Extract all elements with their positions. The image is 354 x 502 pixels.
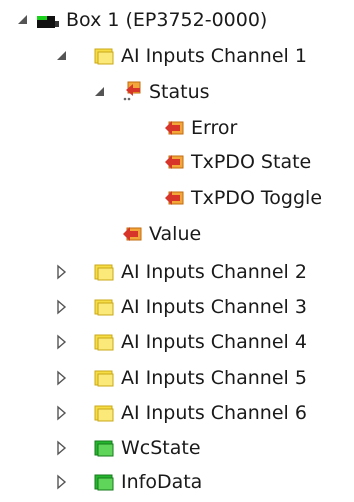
tree-row-channel-2: AI Inputs Channel 2 — [0, 255, 354, 289]
collapsed-toggle-icon[interactable] — [53, 369, 71, 387]
tree-node-label: AI Inputs Channel 3 — [121, 296, 307, 318]
tree-node-txpdo-state[interactable]: TxPDO State — [163, 147, 311, 177]
tree-node-label: Value — [149, 223, 202, 245]
yellow-folder-icon — [93, 367, 115, 389]
expanded-toggle-icon[interactable] — [14, 11, 32, 29]
io-tree-view: Box 1 (EP3752-0000) AI Inputs Channel 1 — [0, 0, 354, 502]
tree-row-channel-3: AI Inputs Channel 3 — [0, 290, 354, 324]
tree-row-txpdo-state: TxPDO State — [0, 145, 354, 179]
tree-node-label: AI Inputs Channel 1 — [121, 45, 307, 67]
tree-row-channel-1: AI Inputs Channel 1 — [0, 39, 354, 73]
tree-node-label: AI Inputs Channel 4 — [121, 331, 307, 353]
tree-node-channel-6[interactable]: AI Inputs Channel 6 — [93, 398, 307, 428]
tree-node-channel-3[interactable]: AI Inputs Channel 3 — [93, 292, 307, 322]
tree-node-error[interactable]: Error — [163, 113, 237, 143]
collapsed-toggle-icon[interactable] — [53, 263, 71, 281]
input-variable-icon — [163, 151, 185, 173]
yellow-folder-icon — [93, 296, 115, 318]
tree-row-box: Box 1 (EP3752-0000) — [0, 3, 354, 37]
box-module-icon — [36, 9, 60, 31]
collapsed-toggle-icon[interactable] — [53, 404, 71, 422]
tree-row-value: Value — [0, 217, 354, 251]
tree-row-txpdo-toggle: TxPDO Toggle — [0, 181, 354, 215]
input-variable-icon — [163, 117, 185, 139]
tree-node-label: TxPDO State — [191, 151, 312, 173]
tree-node-label: TxPDO Toggle — [191, 187, 323, 209]
input-variable-icon — [121, 223, 143, 245]
tree-node-channel-4[interactable]: AI Inputs Channel 4 — [93, 327, 307, 357]
tree-node-status[interactable]: Status — [121, 77, 210, 107]
yellow-folder-icon — [93, 261, 115, 283]
tree-node-channel-2[interactable]: AI Inputs Channel 2 — [93, 257, 307, 287]
input-variable-icon — [163, 187, 185, 209]
green-folder-icon — [93, 437, 115, 459]
collapsed-toggle-icon[interactable] — [53, 298, 71, 316]
tree-node-label: Error — [191, 117, 238, 139]
tree-node-infodata[interactable]: InfoData — [93, 467, 202, 497]
tree-node-label: AI Inputs Channel 2 — [121, 261, 307, 283]
collapsed-toggle-icon[interactable] — [53, 473, 71, 491]
tree-node-label: Box 1 (EP3752-0000) — [66, 9, 268, 31]
tree-node-value[interactable]: Value — [121, 219, 201, 249]
tree-node-label: InfoData — [121, 471, 203, 493]
tree-row-status: Status — [0, 75, 354, 109]
tree-node-label: AI Inputs Channel 5 — [121, 367, 307, 389]
expanded-toggle-icon[interactable] — [91, 83, 109, 101]
green-folder-icon — [93, 471, 115, 493]
tree-row-channel-5: AI Inputs Channel 5 — [0, 361, 354, 395]
tree-node-label: Status — [149, 81, 210, 103]
tree-node-txpdo-toggle[interactable]: TxPDO Toggle — [163, 183, 322, 213]
collapsed-toggle-icon[interactable] — [53, 439, 71, 457]
tree-node-label: WcState — [121, 437, 201, 459]
tree-node-channel-5[interactable]: AI Inputs Channel 5 — [93, 363, 307, 393]
yellow-folder-icon — [93, 331, 115, 353]
expanded-toggle-icon[interactable] — [53, 47, 71, 65]
tree-node-wcstate[interactable]: WcState — [93, 433, 201, 463]
collapsed-toggle-icon[interactable] — [53, 333, 71, 351]
yellow-folder-icon — [93, 402, 115, 424]
tree-node-channel-1[interactable]: AI Inputs Channel 1 — [93, 41, 307, 71]
tree-node-label: AI Inputs Channel 6 — [121, 402, 307, 424]
tree-row-channel-6: AI Inputs Channel 6 — [0, 396, 354, 430]
tree-row-error: Error — [0, 111, 354, 145]
tree-row-channel-4: AI Inputs Channel 4 — [0, 325, 354, 359]
yellow-folder-icon — [93, 45, 115, 67]
tree-row-wcstate: WcState — [0, 431, 354, 465]
variable-group-icon — [121, 81, 143, 103]
tree-node-box[interactable]: Box 1 (EP3752-0000) — [36, 5, 267, 35]
tree-row-infodata: InfoData — [0, 465, 354, 499]
